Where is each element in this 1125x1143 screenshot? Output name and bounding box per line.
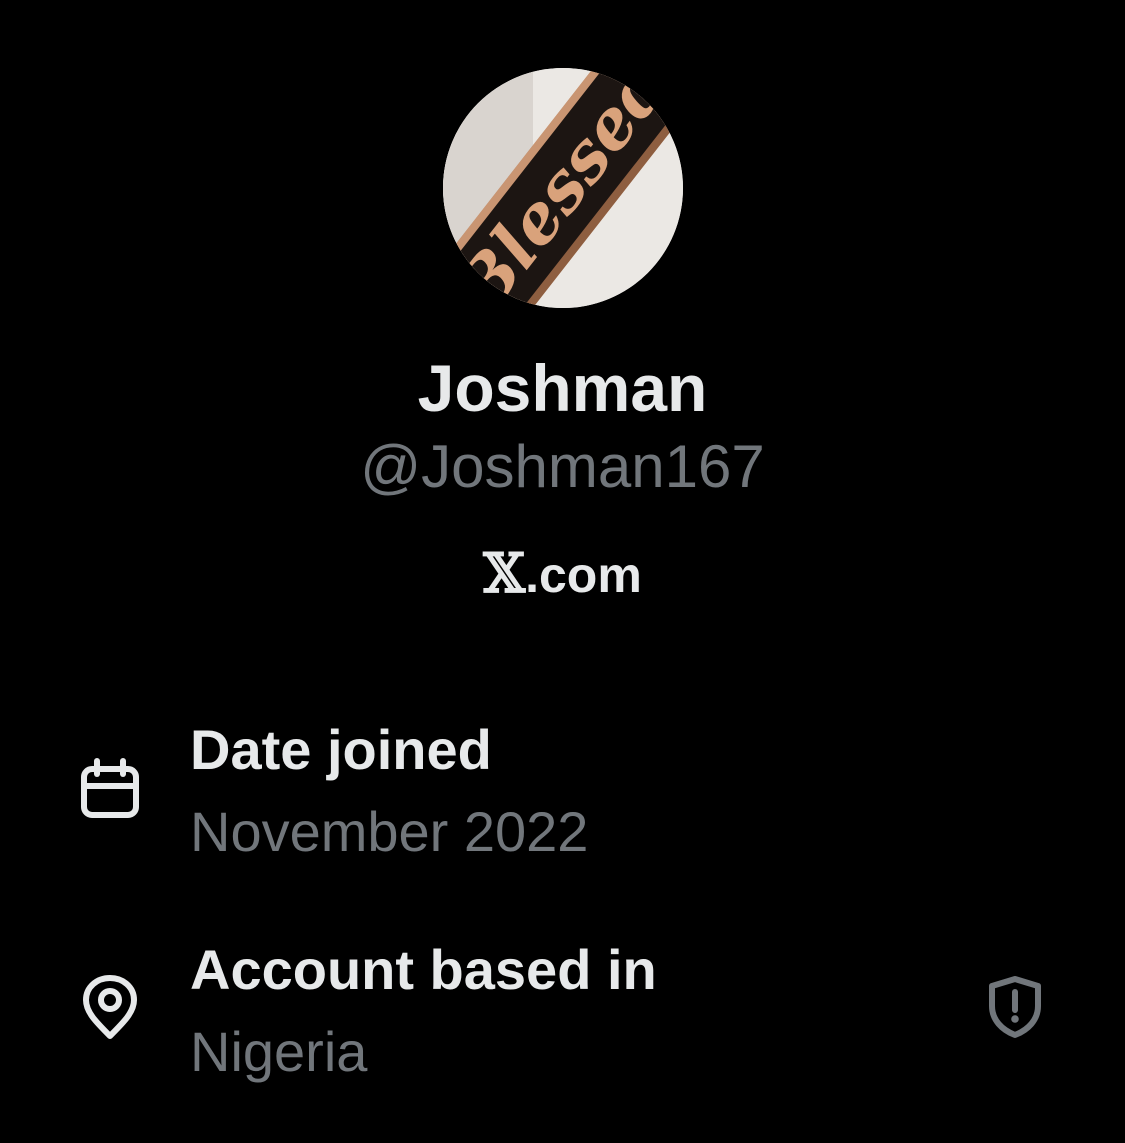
date-joined-row: Date joined November 2022 [0, 710, 1125, 870]
account-based-in-row: Account based in Nigeria [0, 930, 1125, 1090]
source-domain: .com [525, 547, 642, 603]
shield-alert-icon[interactable] [982, 974, 1048, 1040]
date-joined-value: November 2022 [190, 800, 589, 863]
date-joined-label: Date joined [190, 718, 492, 781]
account-based-in-label: Account based in [190, 938, 657, 1001]
avatar-image: Blessed [443, 68, 683, 308]
username-handle[interactable]: @Joshman167 [0, 432, 1125, 502]
calendar-icon [81, 758, 139, 818]
source-platform: 𝕏.com [0, 540, 1125, 608]
display-name: Joshman [417, 351, 708, 425]
avatar[interactable]: Blessed [443, 68, 683, 308]
location-pin-icon [83, 975, 137, 1039]
account-based-in-value: Nigeria [190, 1020, 368, 1083]
x-logo-icon: 𝕏 [483, 541, 526, 605]
